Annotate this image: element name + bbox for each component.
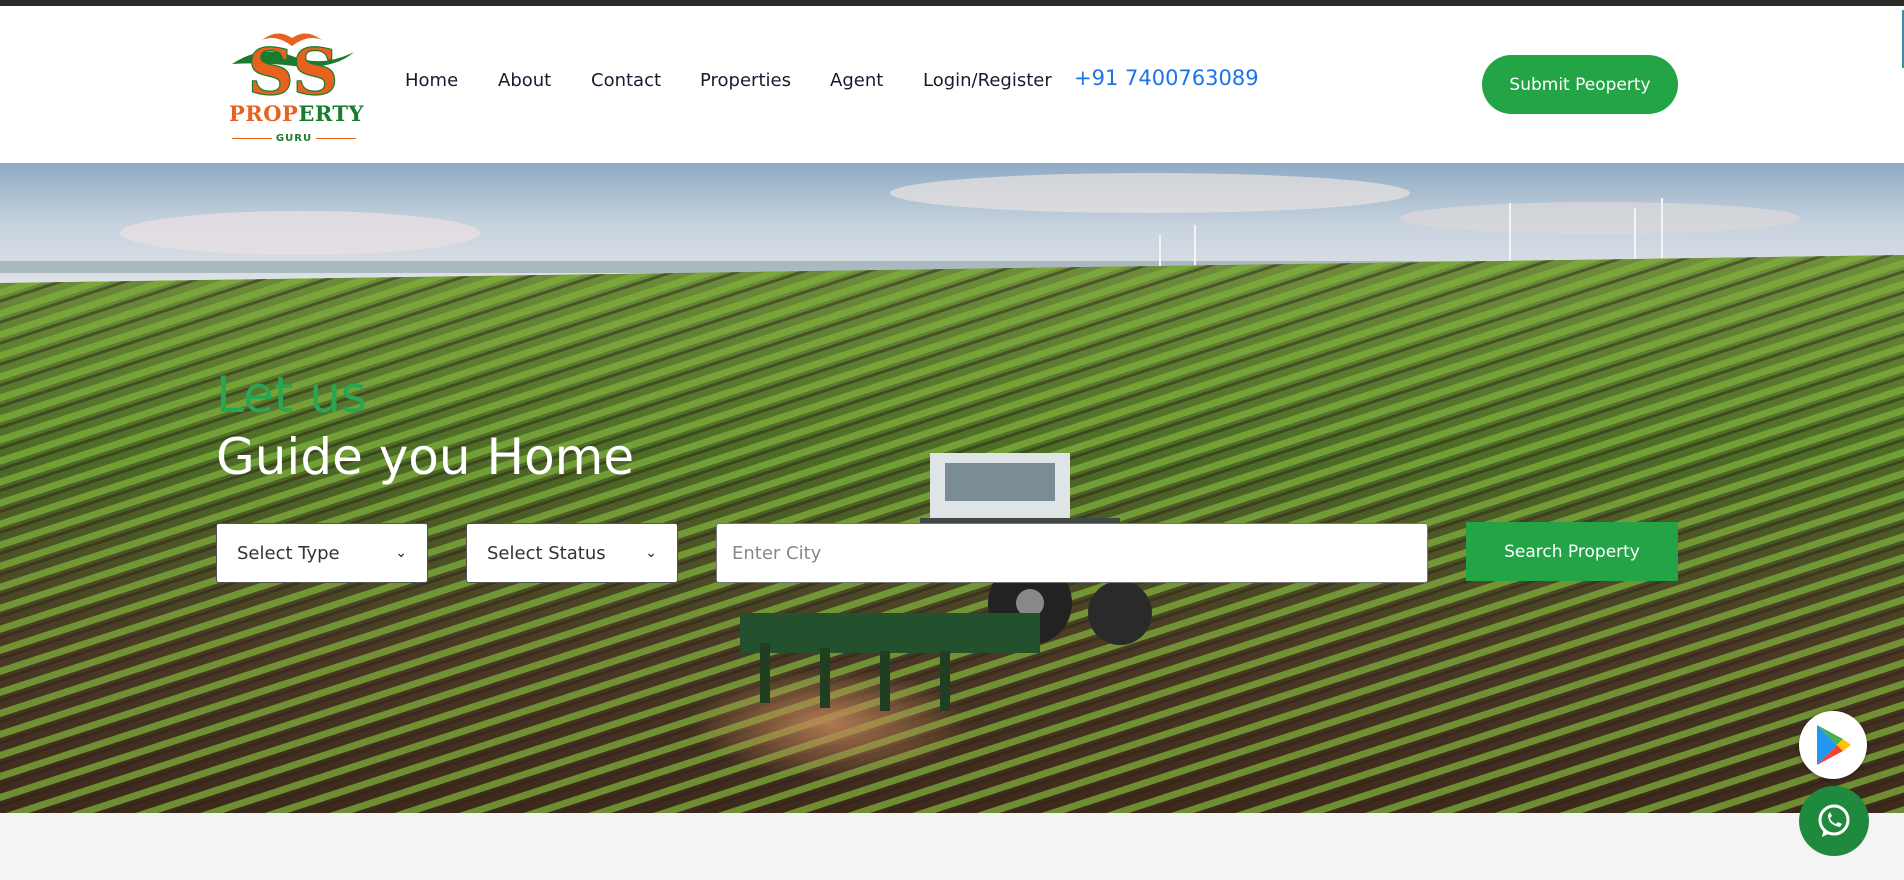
logo-subtitle: GURU	[232, 131, 356, 145]
google-play-icon	[1817, 725, 1851, 765]
search-property-button[interactable]: Search Property	[1466, 522, 1678, 581]
chevron-down-icon: ⌄	[645, 545, 657, 561]
nav-login-register[interactable]: Login/Register	[923, 70, 1052, 91]
status-select[interactable]: Select Status ⌄	[466, 523, 678, 583]
logo-initials: SS	[247, 35, 338, 110]
type-select[interactable]: Select Type ⌄	[216, 523, 428, 583]
nav-agent[interactable]: Agent	[830, 70, 883, 91]
nav-home[interactable]: Home	[405, 70, 458, 91]
nav-contact[interactable]: Contact	[591, 70, 661, 91]
nav-about[interactable]: About	[498, 70, 551, 91]
submit-property-button[interactable]: Submit Peoperty	[1482, 55, 1678, 114]
phone-link[interactable]: +91 7400763089	[1074, 66, 1259, 90]
logo-sub-text: GURU	[275, 132, 313, 144]
status-select-value: Select Status	[487, 542, 606, 564]
chevron-down-icon: ⌄	[395, 545, 407, 561]
whatsapp-icon	[1818, 804, 1850, 837]
nav-properties[interactable]: Properties	[700, 70, 791, 91]
logo-wordmark: PROPERTY	[229, 101, 364, 126]
logo-word-part2: ERTY	[298, 101, 365, 126]
hero-banner	[0, 163, 1904, 813]
logo-word-part1: PROP	[229, 101, 299, 126]
hero-headline-line1: Let us	[216, 366, 367, 424]
city-input[interactable]	[716, 523, 1428, 583]
type-select-value: Select Type	[237, 542, 340, 564]
farm-field-image	[0, 163, 1904, 813]
hero-headline-line2: Guide you Home	[216, 428, 635, 486]
google-play-button[interactable]	[1799, 711, 1867, 779]
whatsapp-button[interactable]	[1799, 786, 1869, 856]
logo-icon[interactable]: SS	[222, 22, 364, 146]
